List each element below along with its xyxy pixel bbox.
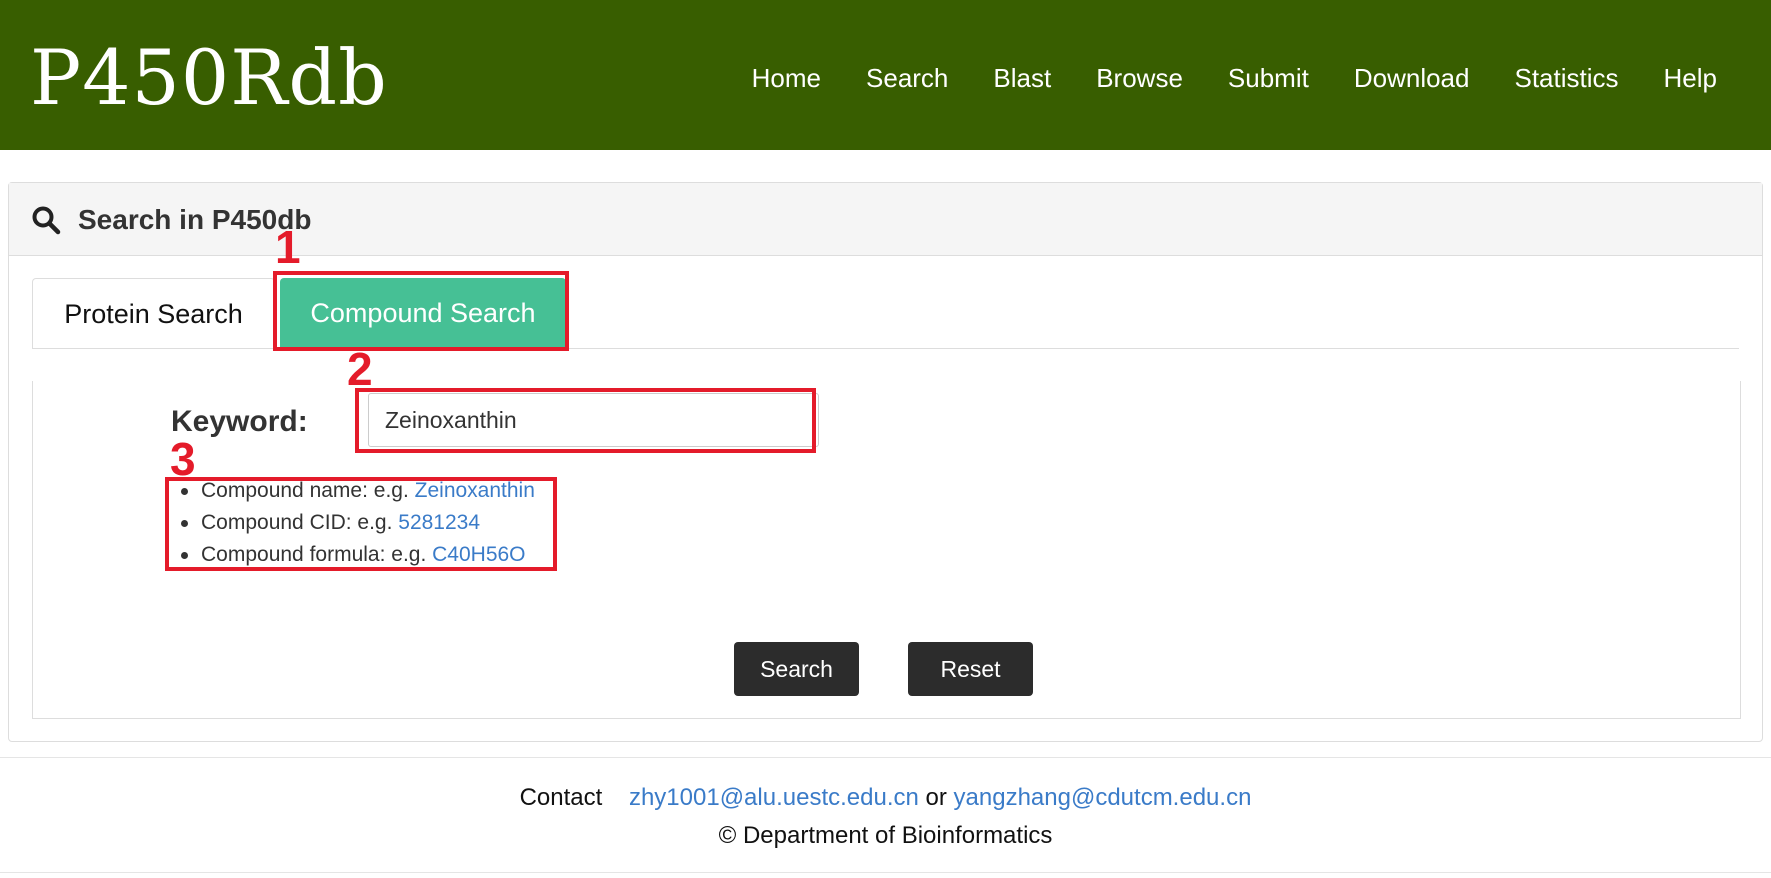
email-link-1[interactable]: zhy1001@alu.uestc.edu.cn (629, 784, 919, 811)
annotation-box-2 (355, 388, 816, 453)
footer-bottom-divider (0, 872, 1771, 873)
contact-or: or (925, 784, 947, 811)
tab-protein-search[interactable]: Protein Search (32, 278, 275, 349)
footer-copyright: © Department of Bioinformatics (718, 822, 1053, 849)
search-panel: Search in P450db Protein Search Compound… (8, 182, 1763, 742)
nav-download[interactable]: Download (1354, 60, 1470, 96)
annotation-number-3: 3 (170, 433, 196, 485)
search-button[interactable]: Search (734, 642, 859, 696)
email-link-2[interactable]: yangzhang@cdutcm.edu.cn (954, 784, 1252, 811)
footer-contact: Contact zhy1001@alu.uestc.edu.cn or yang… (0, 784, 1771, 812)
annotation-box-3 (165, 477, 557, 571)
nav-blast[interactable]: Blast (993, 60, 1051, 96)
nav-search[interactable]: Search (866, 60, 948, 96)
nav-browse[interactable]: Browse (1096, 60, 1183, 96)
nav-help[interactable]: Help (1664, 60, 1717, 96)
panel-heading: Search in P450db (9, 183, 1762, 256)
reset-button[interactable]: Reset (908, 642, 1033, 696)
site-logo[interactable]: P450Rdb (30, 30, 388, 126)
nav-submit[interactable]: Submit (1228, 60, 1309, 96)
annotation-number-1: 1 (275, 221, 301, 273)
annotation-number-2: 2 (347, 343, 373, 395)
nav-statistics[interactable]: Statistics (1514, 60, 1618, 96)
main-nav: Home Search Blast Browse Submit Download… (707, 60, 1717, 96)
nav-home[interactable]: Home (752, 60, 821, 96)
annotation-box-1 (273, 271, 569, 351)
top-navbar: P450Rdb Home Search Blast Browse Submit … (0, 0, 1771, 150)
footer-divider (0, 757, 1771, 758)
contact-label: Contact (519, 784, 603, 811)
search-icon (32, 206, 61, 235)
